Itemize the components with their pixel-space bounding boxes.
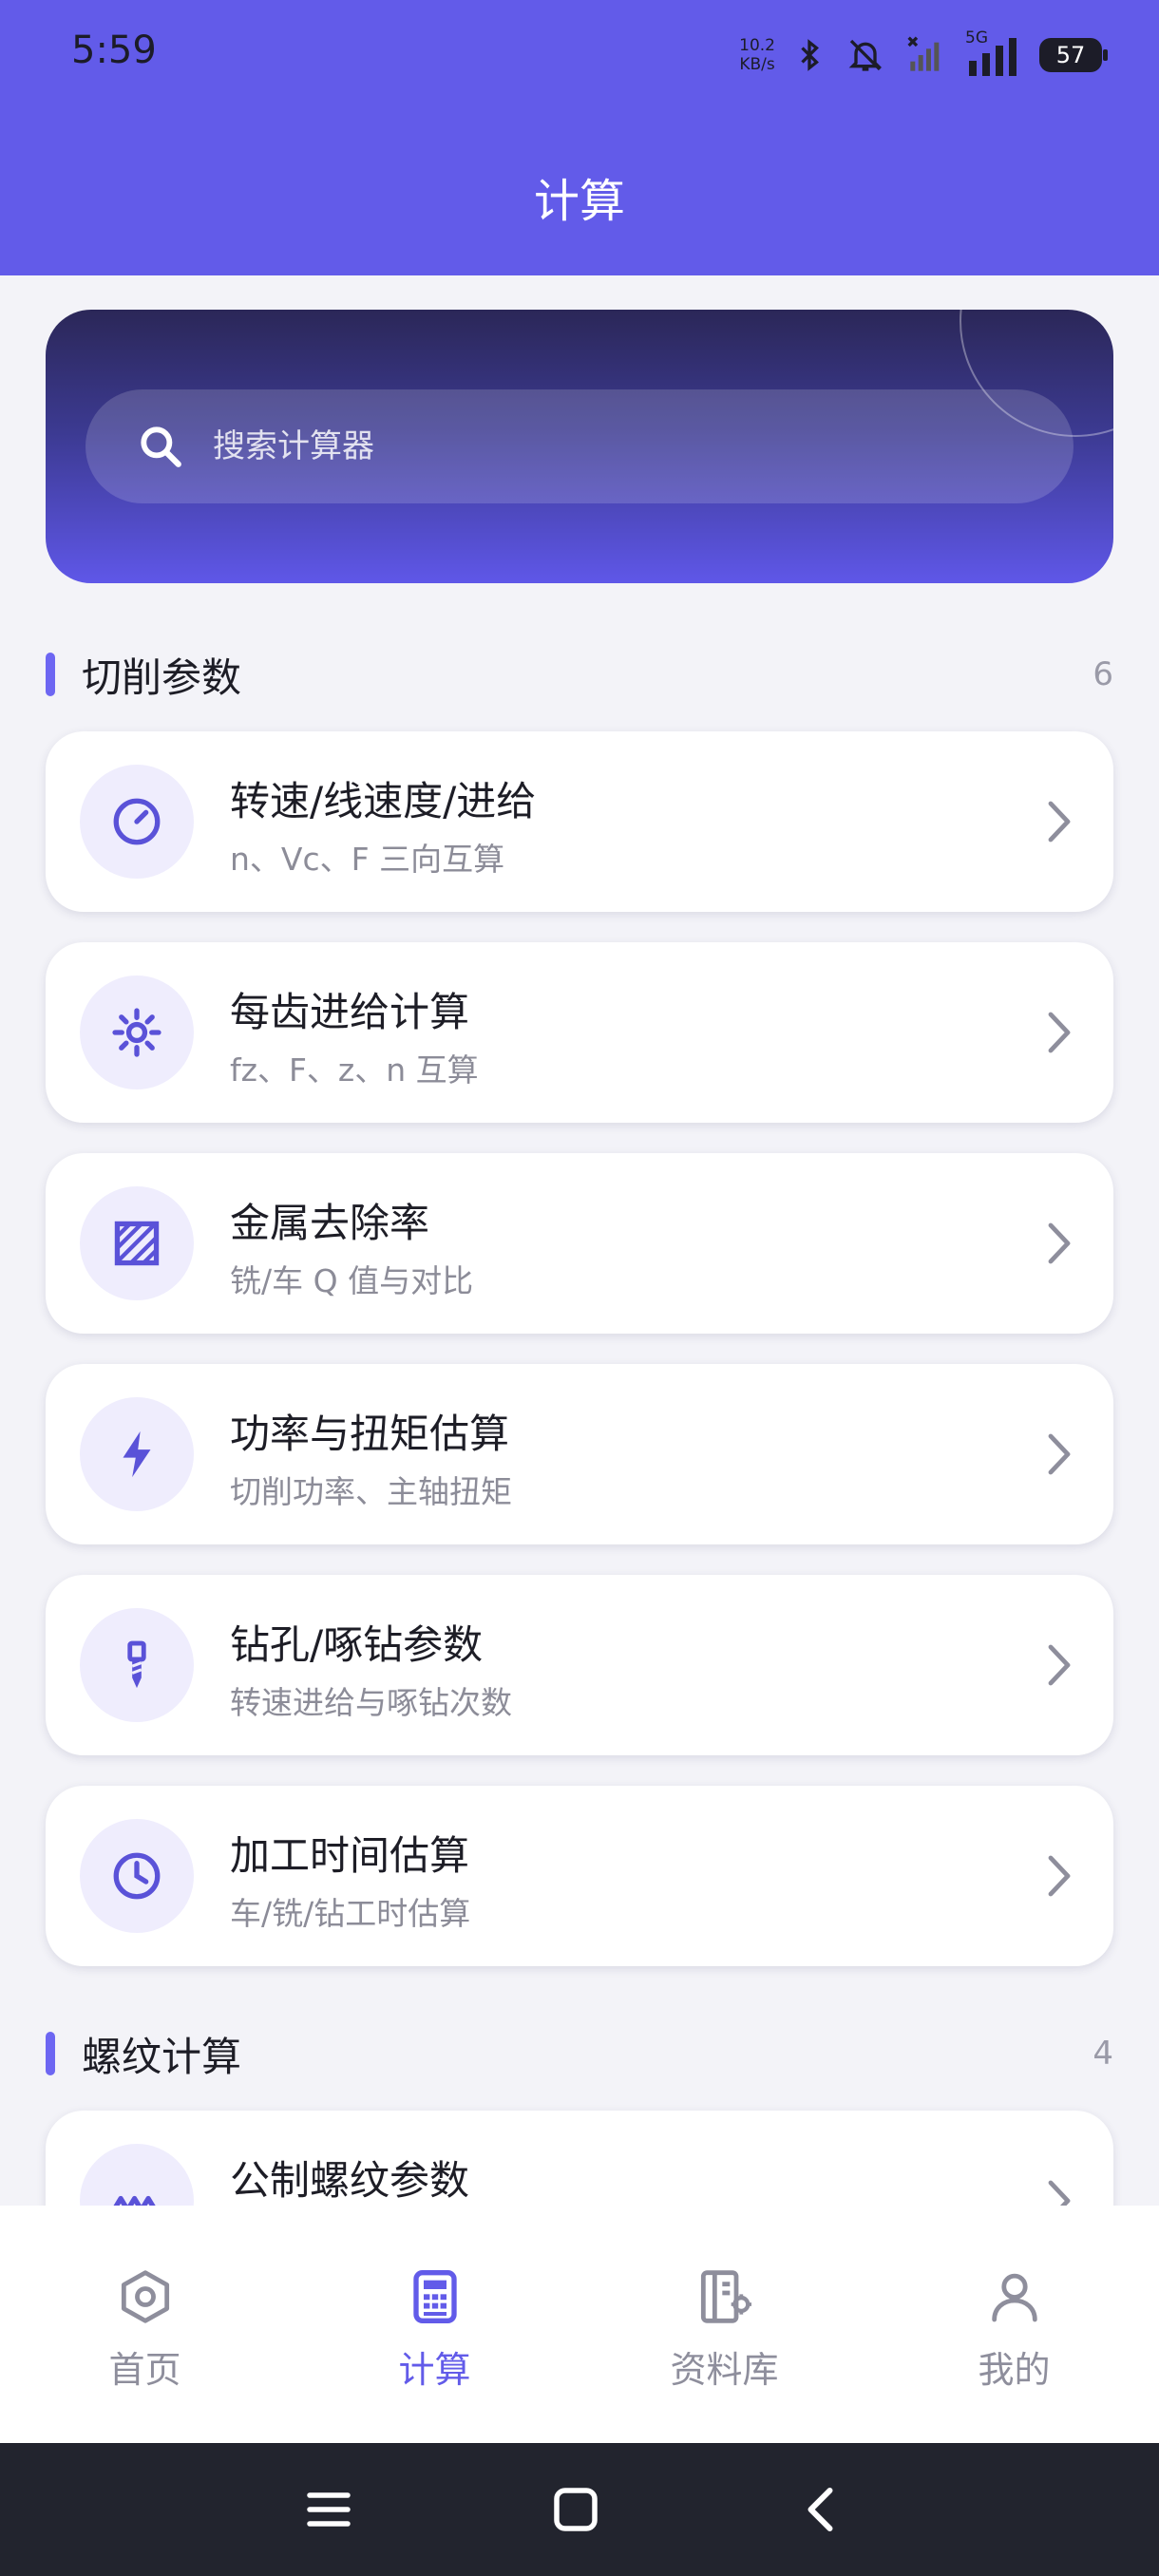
bottom-navigation: 首页 计算 资料库 我的 (0, 2206, 1159, 2443)
page-title: 计算 (533, 175, 625, 228)
card-title: 每齿进给计算 (230, 989, 470, 1035)
system-navigation-bar (0, 2443, 1159, 2576)
hexagon-home-icon (121, 2270, 169, 2323)
section-count: 6 (1092, 655, 1113, 693)
nav-label: 计算 (398, 2349, 471, 2391)
calculator-card-drilling[interactable]: 钻孔/啄钻参数 转速进给与啄钻次数 (46, 1575, 1113, 1755)
search-hero-card (46, 310, 1113, 583)
calculator-card-feed-per-tooth[interactable]: 每齿进给计算 fz、F、z、n 互算 (46, 942, 1113, 1123)
nav-label: 资料库 (670, 2349, 779, 2391)
calculator-card-machining-time[interactable]: 加工时间估算 车/铣/钻工时估算 (46, 1786, 1113, 1966)
nav-label: 首页 (108, 2349, 181, 2391)
card-title: 金属去除率 (230, 1200, 430, 1246)
chevron-right-icon (1048, 801, 1071, 843)
search-input[interactable] (211, 426, 975, 466)
drill-icon (80, 1608, 194, 1722)
section-header-thread: 螺纹计算 4 (46, 2025, 1113, 2082)
clock-icon (80, 1819, 194, 1933)
card-title: 钻孔/啄钻参数 (230, 1621, 484, 1668)
calculator-card-metal-removal[interactable]: 金属去除率 铣/车 Q 值与对比 (46, 1153, 1113, 1334)
calculator-icon (412, 2270, 457, 2323)
card-subtitle: 转速进给与啄钻次数 (230, 1684, 512, 1721)
home-square-icon[interactable] (547, 2481, 604, 2538)
net-speed: 10.2 KB/s (739, 36, 775, 74)
card-title: 公制螺纹参数 (230, 2157, 470, 2204)
card-subtitle: 铣/车 Q 值与对比 (230, 1262, 474, 1299)
section-accent-bar (46, 2032, 55, 2075)
search-bar[interactable] (86, 389, 1074, 503)
calculator-card-power-torque[interactable]: 功率与扭矩估算 切削功率、主轴扭矩 (46, 1364, 1113, 1544)
nav-label: 我的 (978, 2349, 1051, 2391)
mute-icon (848, 39, 883, 71)
signal-icon-5g: 5G (965, 28, 1022, 76)
chevron-right-icon (1048, 1644, 1071, 1686)
battery-indicator: 57 (1039, 38, 1108, 72)
bluetooth-icon (801, 39, 819, 71)
nav-item-calculate[interactable]: 计算 (290, 2206, 580, 2443)
chevron-right-icon (1048, 1433, 1071, 1475)
chevron-right-icon (1048, 1222, 1071, 1264)
status-time: 5:59 (71, 28, 157, 72)
signal-icon-sim1 (907, 36, 940, 71)
library-icon (700, 2270, 751, 2323)
card-subtitle: 车/铣/钻工时估算 (230, 1895, 471, 1932)
section-count: 4 (1092, 2035, 1113, 2073)
top-app-bar: 5:59 10.2 KB/s 5G 57 计算 (0, 0, 1159, 275)
card-subtitle: 切削功率、主轴扭矩 (230, 1473, 512, 1510)
nav-item-home[interactable]: 首页 (0, 2206, 290, 2443)
lightning-icon (80, 1397, 194, 1511)
card-title: 功率与扭矩估算 (230, 1411, 510, 1457)
section-accent-bar (46, 653, 55, 696)
section-title: 螺纹计算 (82, 2033, 242, 2080)
back-icon[interactable] (794, 2481, 851, 2538)
card-title: 转速/线速度/进给 (230, 778, 537, 824)
section-title: 切削参数 (82, 653, 242, 701)
calculator-card-speed-feed[interactable]: 转速/线速度/进给 n、Vc、F 三向互算 (46, 731, 1113, 912)
menu-icon[interactable] (300, 2481, 357, 2538)
nav-item-library[interactable]: 资料库 (580, 2206, 869, 2443)
section-header-cutting: 切削参数 6 (46, 646, 1113, 703)
sun-gear-icon (80, 975, 194, 1089)
chevron-right-icon (1048, 1012, 1071, 1053)
card-subtitle: n、Vc、F 三向互算 (230, 841, 505, 878)
hatched-square-icon (80, 1186, 194, 1300)
nav-item-profile[interactable]: 我的 (869, 2206, 1159, 2443)
person-icon (991, 2273, 1037, 2322)
search-icon (141, 426, 181, 467)
card-subtitle: fz、F、z、n 互算 (230, 1051, 479, 1089)
status-icons: 10.2 KB/s 5G 57 (739, 27, 1108, 84)
chevron-right-icon (1048, 1855, 1071, 1897)
gauge-icon (80, 765, 194, 879)
card-title: 加工时间估算 (230, 1832, 470, 1879)
